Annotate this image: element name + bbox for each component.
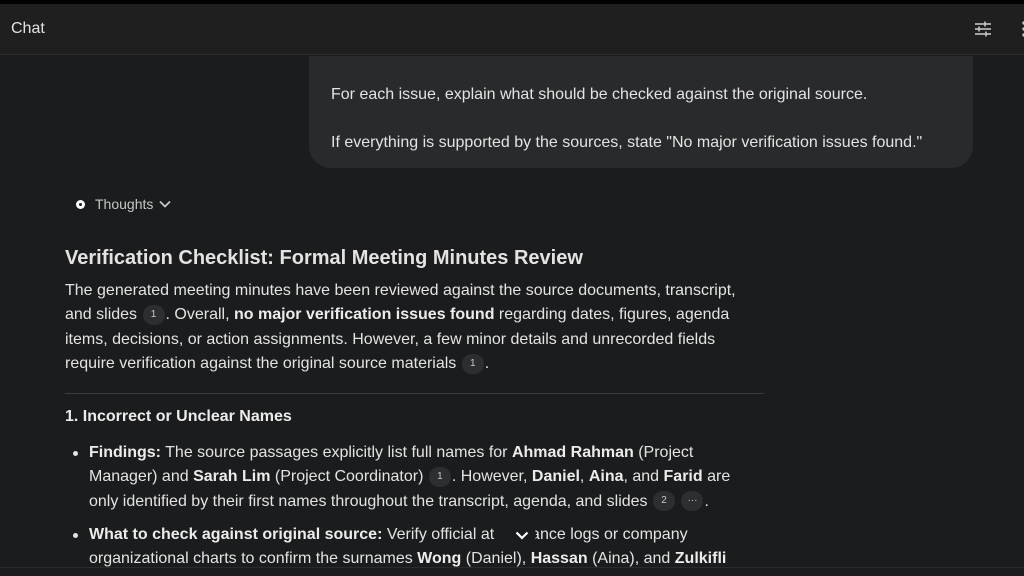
citation-chip[interactable]: 2 xyxy=(653,491,675,512)
text: (Project Coordinator) xyxy=(274,468,424,486)
section-title: 1. Incorrect or Unclear Names xyxy=(65,408,292,425)
thoughts-toggle[interactable]: Thoughts xyxy=(76,193,172,215)
tune-icon[interactable] xyxy=(974,21,992,37)
text: Verify official at xyxy=(386,526,495,543)
text: The generated meeting minutes have been … xyxy=(65,282,736,299)
citation-chip[interactable]: 1 xyxy=(142,305,165,326)
text: (Aina), and xyxy=(592,550,671,568)
more-options-icon[interactable] xyxy=(1017,19,1024,39)
chevron-down-icon xyxy=(159,200,172,208)
scroll-to-bottom-button[interactable] xyxy=(508,525,536,545)
text: (Daniel), xyxy=(465,550,527,568)
bold-text: Sarah Lim xyxy=(193,468,271,486)
text: (Project xyxy=(638,444,694,461)
section-divider xyxy=(65,393,764,394)
bullet-icon xyxy=(73,451,78,456)
citation-more-chip[interactable]: ··· xyxy=(681,491,704,512)
text: , and xyxy=(623,468,660,486)
text: regarding dates, figures, agenda xyxy=(498,306,730,324)
bold-text: Farid xyxy=(663,468,703,486)
text: and slides xyxy=(65,306,138,324)
user-message-bubble: For each issue, explain what should be c… xyxy=(309,56,973,168)
text: dance logs or company xyxy=(522,526,688,543)
text: , xyxy=(579,468,585,486)
text: The source passages explicitly list full… xyxy=(165,444,508,461)
user-message-line: For each issue, explain what should be c… xyxy=(331,86,868,103)
response-heading: Verification Checklist: Formal Meeting M… xyxy=(65,247,583,269)
text: Manager) and xyxy=(89,468,189,486)
text: . xyxy=(704,492,709,510)
text: are xyxy=(707,468,731,486)
text: . xyxy=(484,354,490,372)
chat-header: Chat xyxy=(0,4,1024,55)
text: . Overall, xyxy=(165,306,230,324)
bold-text: Wong xyxy=(417,550,462,568)
citation-chip[interactable]: 1 xyxy=(428,467,451,488)
thoughts-indicator-icon xyxy=(76,199,85,209)
text: . However, xyxy=(451,468,528,486)
text: organizational charts to confirm the sur… xyxy=(89,550,413,568)
bold-text: Daniel xyxy=(531,468,580,486)
citation-chip[interactable]: 1 xyxy=(461,353,484,374)
bold-text: Hassan xyxy=(530,550,588,568)
bold-text: no major verification issues found xyxy=(233,306,495,324)
bold-text: Zulkifli xyxy=(674,550,727,568)
user-message-line: If everything is supported by the source… xyxy=(331,134,923,151)
text: items, decisions, or action assignments.… xyxy=(65,330,716,348)
intro-paragraph: The generated meeting minutes have been … xyxy=(65,279,765,376)
chevron-down-icon xyxy=(515,531,529,540)
text: only identified by their first names thr… xyxy=(89,492,648,510)
bold-text: Aina xyxy=(588,468,624,486)
thoughts-label: Thoughts xyxy=(95,196,154,212)
bold-text: Ahmad Rahman xyxy=(511,444,634,461)
chat-title: Chat xyxy=(11,20,45,37)
text: require verification against the origina… xyxy=(65,354,457,372)
bold-text: Findings: xyxy=(89,444,161,461)
bold-text: What to check against original source: xyxy=(89,526,383,543)
bullet-icon xyxy=(73,533,78,538)
